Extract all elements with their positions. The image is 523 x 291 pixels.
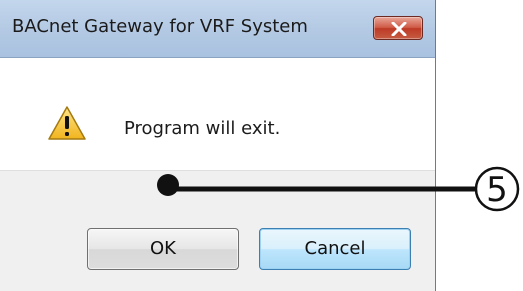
- callout-number: 5: [486, 170, 508, 210]
- screenshot: BACnet Gateway for VRF System Program wi…: [0, 0, 523, 291]
- warning-icon: [48, 106, 86, 140]
- ok-button[interactable]: OK: [87, 228, 239, 270]
- dialog-window: BACnet Gateway for VRF System Program wi…: [0, 0, 436, 291]
- dialog-button-bar: OK Cancel: [0, 170, 435, 291]
- callout-circle: [474, 166, 520, 212]
- dialog-message: Program will exit.: [124, 118, 281, 139]
- title-bar[interactable]: BACnet Gateway for VRF System: [0, 0, 435, 58]
- close-button[interactable]: [373, 16, 423, 40]
- cancel-button[interactable]: Cancel: [259, 228, 411, 270]
- close-icon: [391, 22, 407, 36]
- dialog-content: Program will exit.: [0, 58, 435, 170]
- dialog-title: BACnet Gateway for VRF System: [12, 16, 308, 37]
